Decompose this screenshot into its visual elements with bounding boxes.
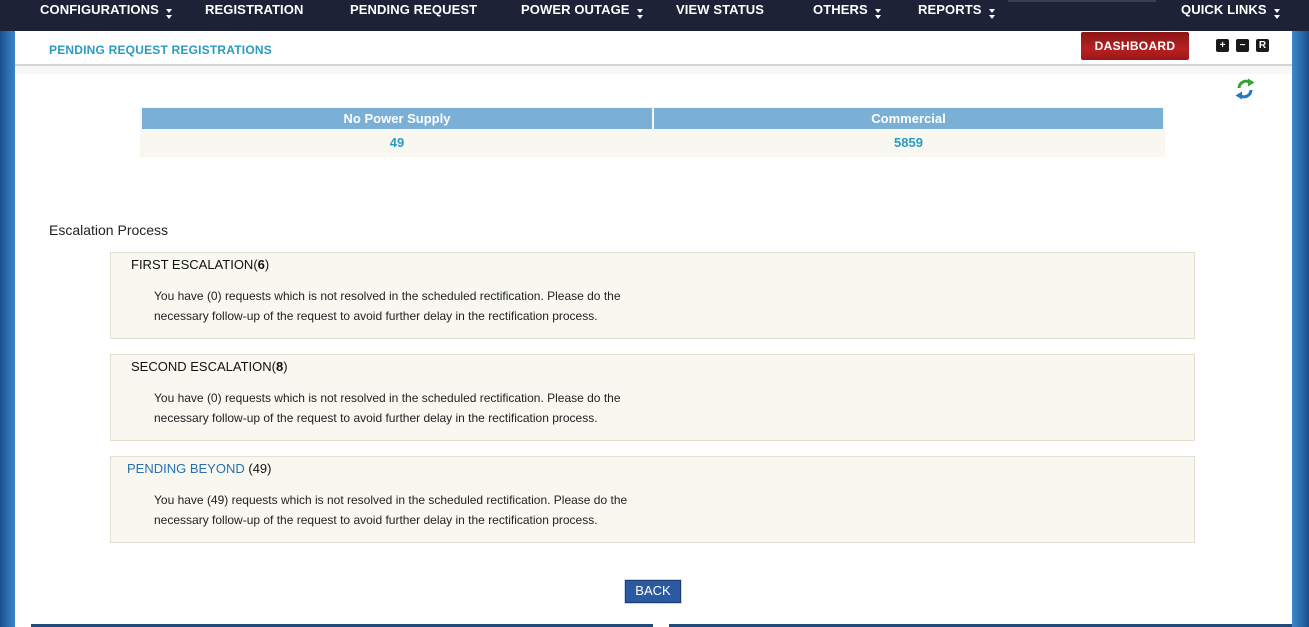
nav-others[interactable]: OTHERS xyxy=(813,0,883,31)
pending-beyond-link[interactable]: PENDING BEYOND xyxy=(127,461,245,476)
first-escalation-message: You have (0) requests which is not resol… xyxy=(154,289,621,323)
second-escalation-box: SECOND ESCALATION(8) You have (0) reques… xyxy=(110,354,1195,441)
nav-quick-links[interactable]: QUICK LINKS xyxy=(1181,0,1282,31)
top-navigation: CONFIGURATIONS REGISTRATION PENDING REQU… xyxy=(0,0,1309,31)
collapse-button[interactable]: − xyxy=(1236,39,1249,52)
pending-beyond-message: You have (49) requests which is not reso… xyxy=(154,493,628,527)
nav-quick-links-label: QUICK LINKS xyxy=(1181,2,1267,17)
summary-table: No Power Supply Commercial 49 5859 xyxy=(140,107,1165,157)
chevron-down-icon xyxy=(1272,0,1282,19)
second-escalation-message: You have (0) requests which is not resol… xyxy=(154,391,621,425)
panel-header: PENDING REQUEST REGISTRATIONS DASHBOARD … xyxy=(15,31,1292,66)
nav-registration[interactable]: REGISTRATION xyxy=(205,0,303,31)
reset-button[interactable]: R xyxy=(1256,39,1269,52)
first-escalation-box: FIRST ESCALATION(6) You have (0) request… xyxy=(110,252,1195,339)
nav-pending-request-label: PENDING REQUEST xyxy=(350,2,478,17)
nav-view-status[interactable]: VIEW STATUS xyxy=(676,0,764,31)
refresh-icon[interactable] xyxy=(1233,77,1257,101)
chevron-down-icon xyxy=(164,0,174,19)
nav-reports-label: REPORTS xyxy=(918,2,982,17)
no-power-supply-count[interactable]: 49 xyxy=(142,134,652,152)
second-escalation-close: ) xyxy=(283,359,288,374)
nav-reports[interactable]: REPORTS xyxy=(918,0,997,31)
nav-view-status-label: VIEW STATUS xyxy=(676,2,765,17)
pending-beyond-title: PENDING BEYOND (49) xyxy=(127,461,271,476)
second-escalation-title: SECOND ESCALATION(8) xyxy=(131,359,288,374)
chevron-down-icon xyxy=(873,0,883,19)
back-button[interactable]: BACK xyxy=(624,579,682,604)
nav-divider xyxy=(1008,0,1156,2)
commercial-count[interactable]: 5859 xyxy=(654,134,1163,152)
nav-configurations[interactable]: CONFIGURATIONS xyxy=(40,0,174,31)
chevron-down-icon xyxy=(987,0,997,19)
pending-beyond-box: PENDING BEYOND (49) You have (49) reques… xyxy=(110,456,1195,543)
expand-button[interactable]: + xyxy=(1216,39,1229,52)
nav-power-outage[interactable]: POWER OUTAGE xyxy=(521,0,645,31)
escalation-heading: Escalation Process xyxy=(49,222,169,238)
chevron-down-icon xyxy=(635,0,645,19)
first-escalation-close: ) xyxy=(264,257,270,272)
page-title: PENDING REQUEST REGISTRATIONS xyxy=(49,43,272,57)
dashboard-button[interactable]: DASHBOARD xyxy=(1081,32,1189,60)
nav-power-outage-label: POWER OUTAGE xyxy=(521,2,630,17)
header-shadow xyxy=(15,66,1292,74)
nav-others-label: OTHERS xyxy=(813,2,868,17)
nav-pending-request[interactable]: PENDING REQUEST xyxy=(350,0,477,31)
first-escalation-label: FIRST ESCALATION( xyxy=(131,257,258,272)
first-escalation-title: FIRST ESCALATION(6) xyxy=(131,257,269,272)
nav-registration-label: REGISTRATION xyxy=(205,2,304,17)
second-escalation-label: SECOND ESCALATION( xyxy=(131,359,276,374)
pending-beyond-count: (49) xyxy=(244,461,272,476)
nav-configurations-label: CONFIGURATIONS xyxy=(40,2,159,17)
first-escalation-count: 6 xyxy=(257,257,265,272)
column-header-commercial: Commercial xyxy=(654,108,1163,129)
main-panel: PENDING REQUEST REGISTRATIONS DASHBOARD … xyxy=(15,31,1292,627)
column-header-no-power-supply: No Power Supply xyxy=(142,108,652,129)
